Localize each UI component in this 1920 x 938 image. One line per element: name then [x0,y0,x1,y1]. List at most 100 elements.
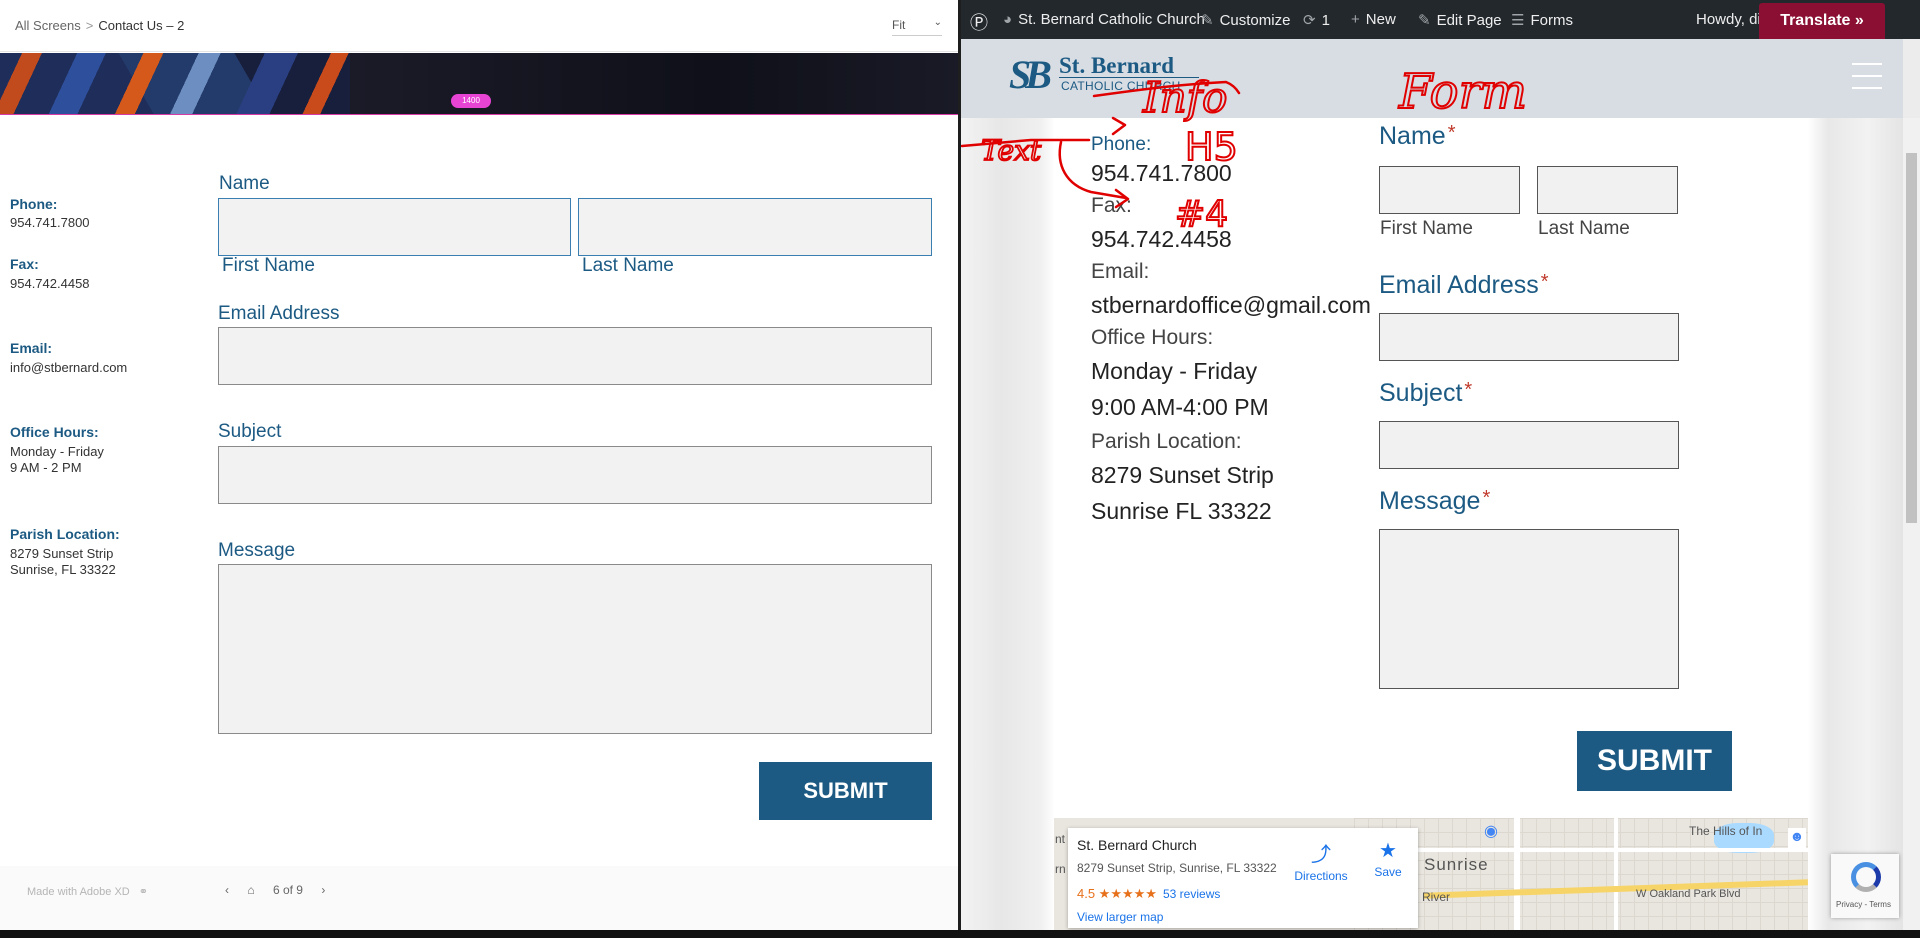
xd-footer: Made with Adobe XD ⚭ ‹ ⌂ 6 of 9 › [0,866,958,930]
wp-message-label-text: Message [1379,487,1481,515]
view-larger-map-link[interactable]: View larger map [1077,910,1163,924]
name-label: Name [219,173,270,194]
taskbar-strip [0,930,1920,938]
map-label-rn: rn [1055,862,1066,876]
logo-mark[interactable]: SB [1009,51,1052,98]
required-marker: * [1464,379,1473,401]
pager: ‹ ⌂ 6 of 9 › [225,883,340,897]
parish-location-street: 8279 Sunset Strip [10,546,114,561]
plus-icon: + [1351,11,1360,28]
subject-field[interactable] [218,446,932,504]
first-name-field[interactable] [218,198,571,256]
message-field[interactable] [218,564,932,734]
wordpress-icon[interactable]: Ⓟ [970,9,988,35]
wp-phone-value: 954.741.7800 [1091,160,1232,186]
prev-page-icon[interactable]: ‹ [225,883,229,897]
artboard-width-badge: 1400 [451,94,491,108]
save-label: Save [1374,865,1402,879]
wp-submit-button[interactable]: SUBMIT [1577,731,1732,791]
creative-cloud-icon: ⚭ [138,886,149,898]
page-background-right [1808,118,1903,930]
map-place-card: St. Bernard Church 8279 Sunset Strip, Su… [1068,828,1418,928]
admin-updates-link[interactable]: ⟳ 1 [1303,11,1330,29]
phone-label: Phone: [10,196,58,212]
breadcrumb: All Screens > Contact Us – 2 [15,18,184,33]
map-pin-icon[interactable]: ◉ [1484,821,1498,841]
wp-email-field[interactable] [1379,313,1679,361]
content-card: Phone: 954.741.7800 Fax: 954.742.4458 Em… [1054,118,1808,818]
recaptcha-badge[interactable]: Privacy - Terms [1831,854,1899,918]
wp-office-hours-time: 9:00 AM-4:00 PM [1091,394,1269,420]
directions-icon: ⤴ [1311,844,1331,866]
next-page-icon[interactable]: › [321,883,325,897]
admin-customize-label: Customize [1219,12,1291,29]
wp-email-value: stbernardoffice@gmail.com [1091,292,1371,318]
email-label: Email: [10,340,53,356]
forms-icon: ☰ [1511,12,1525,29]
parish-location-label: Parish Location: [10,526,120,542]
admin-site-link[interactable]: ◕ St. Bernard Catholic Church [1003,11,1205,28]
map-place-name: St. Bernard Church [1077,837,1197,853]
xd-preview-panel: All Screens > Contact Us – 2 Fit ⌄ 1400 Ph… [0,0,958,930]
hamburger-menu-icon[interactable] [1852,63,1882,91]
directions-button[interactable]: ⤴ Directions [1292,838,1350,883]
zoom-select[interactable]: Fit ⌄ [892,17,942,36]
admin-edit-page-label: Edit Page [1436,12,1502,29]
dashboard-icon: ◕ [1003,11,1013,28]
fax-label: Fax: [10,256,39,272]
chevron-down-icon: ⌄ [933,17,942,28]
map-label-river: River [1422,890,1451,904]
breadcrumb-all-screens[interactable]: All Screens [15,18,81,33]
wp-message-label: Message * [1379,487,1490,516]
breadcrumb-separator: > [85,18,94,33]
scrollbar-thumb[interactable] [1906,153,1917,523]
church-interior-image [350,53,958,114]
refresh-icon: ⟳ [1303,12,1316,29]
admin-new-link[interactable]: + New [1351,11,1396,28]
required-marker: * [1482,487,1491,509]
last-name-sublabel: Last Name [582,255,674,276]
brush-icon: ✎ [1201,12,1214,29]
scrollbar[interactable] [1903,118,1920,930]
google-map[interactable]: nt rn Sunrise The Hills of In W Oakland … [1054,818,1808,930]
wp-name-label: Name * [1379,122,1455,151]
page-indicator: 6 of 9 [272,883,303,897]
logo-name[interactable]: St. Bernard [1059,53,1174,79]
parish-location-city: Sunrise, FL 33322 [10,562,116,577]
map-reviews-link[interactable]: 53 reviews [1163,887,1220,901]
wp-subject-field[interactable] [1379,421,1679,469]
wp-message-field[interactable] [1379,529,1679,689]
wp-parish-location-city: Sunrise FL 33322 [1091,498,1272,524]
translate-button[interactable]: Translate » [1759,3,1885,39]
submit-button[interactable]: SUBMIT [759,762,932,820]
admin-customize-link[interactable]: ✎ Customize [1201,11,1290,29]
admin-howdy[interactable]: Howdy, dic [1696,11,1768,28]
recaptcha-terms[interactable]: Privacy - Terms [1836,900,1891,909]
admin-edit-page-link[interactable]: ✎ Edit Page [1418,11,1502,29]
wp-office-hours-label: Office Hours: [1091,326,1214,349]
admin-updates-count: 1 [1321,12,1330,29]
home-icon[interactable]: ⌂ [247,883,254,897]
wp-first-name-field[interactable] [1379,166,1520,214]
wordpress-page-panel: Ⓟ ◕ St. Bernard Catholic Church ✎ Customiz… [961,0,1920,930]
map-rating: 4.5 ★★★★★ [1077,886,1157,901]
directions-label: Directions [1294,869,1348,883]
pegman-icon[interactable]: ☻ [1788,828,1806,848]
logo-subtitle: CATHOLIC CHURCH [1061,79,1181,93]
save-button[interactable]: ★ Save [1368,838,1408,879]
map-road [1614,818,1618,930]
last-name-field[interactable] [578,198,932,256]
zoom-value: Fit [892,18,906,32]
recaptcha-icon [1851,862,1881,892]
wp-parish-location-label: Parish Location: [1091,430,1242,453]
email-value: info@stbernard.com [10,360,128,375]
admin-forms-label: Forms [1530,12,1573,29]
email-address-label: Email Address [218,303,340,324]
office-hours-days: Monday - Friday [10,444,104,459]
email-field[interactable] [218,327,932,385]
message-label: Message [218,540,296,561]
wp-phone-label: Phone: [1091,134,1152,155]
admin-forms-link[interactable]: ☰ Forms [1511,11,1573,29]
wp-last-name-field[interactable] [1537,166,1678,214]
wp-name-label-text: Name [1379,122,1446,150]
